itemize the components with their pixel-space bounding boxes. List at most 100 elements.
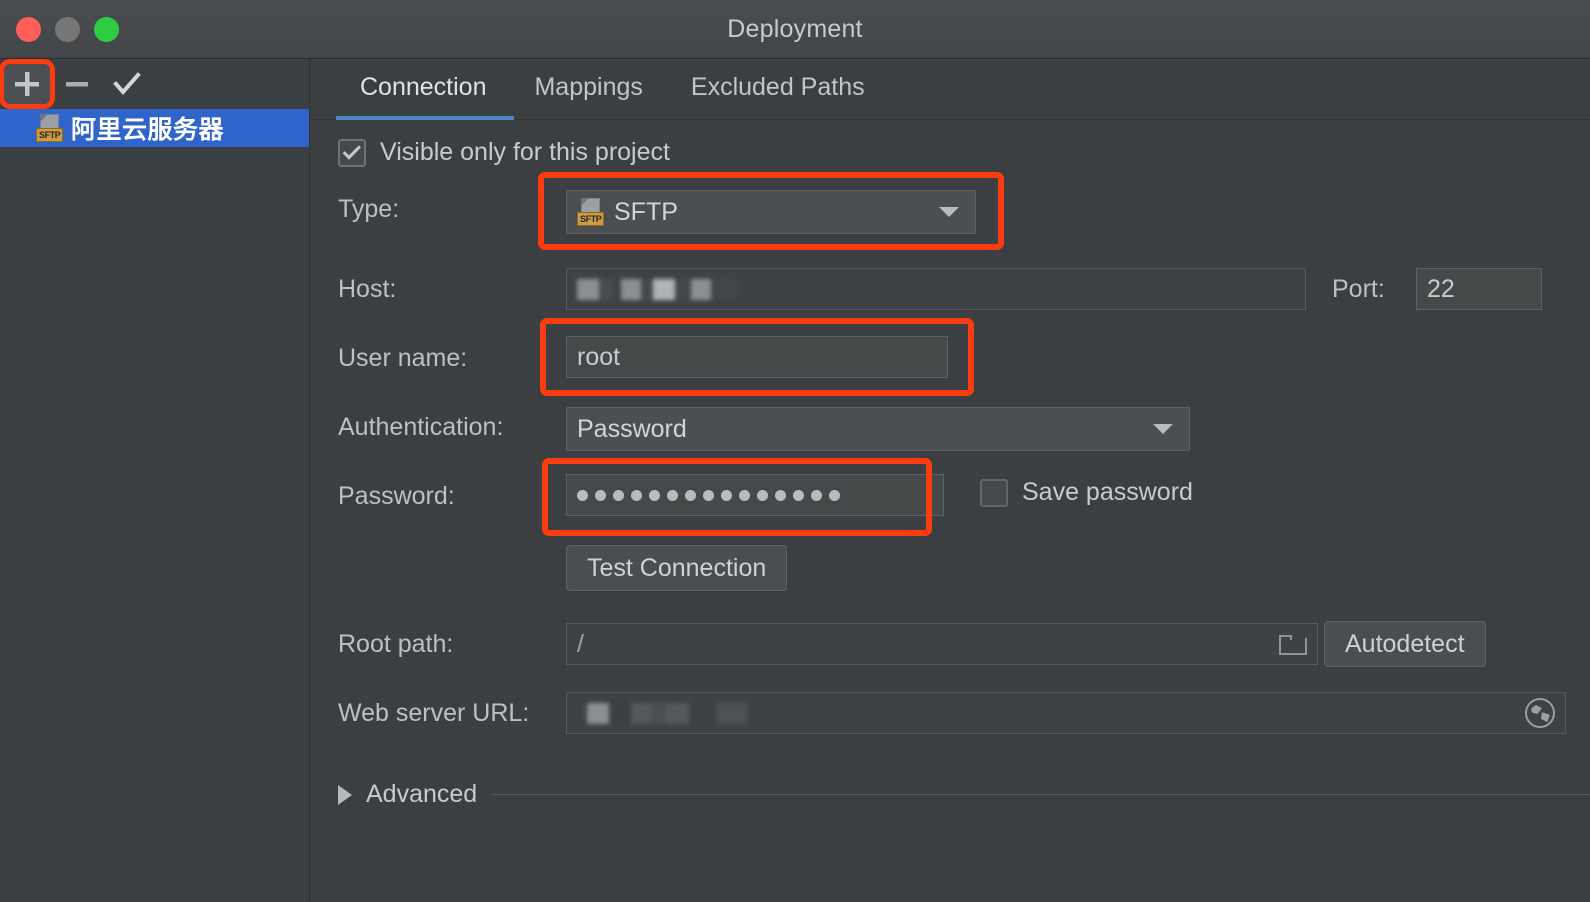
window-controls	[10, 0, 119, 59]
root-path-input[interactable]: /	[566, 623, 1318, 665]
plus-icon	[15, 72, 39, 96]
set-default-button[interactable]	[104, 64, 150, 104]
visible-only-checkbox[interactable]	[338, 138, 366, 167]
test-connection-wrap[interactable]: Test Connection	[566, 545, 788, 591]
dialog-body: SFTP 阿里云服务器 Connection Mappings Excluded…	[0, 59, 1590, 902]
visible-only-label: Visible only for this project	[380, 138, 670, 166]
tab-mappings[interactable]: Mappings	[510, 59, 666, 116]
type-combo[interactable]: SFTP SFTP	[566, 190, 976, 234]
web-server-url-input[interactable]	[566, 692, 1566, 734]
username-field-wrap[interactable]: root	[566, 336, 948, 378]
host-field-wrap[interactable]	[566, 268, 1306, 310]
autodetect-wrap[interactable]: Autodetect	[1324, 621, 1486, 667]
sftp-badge-label: SFTP	[36, 128, 64, 142]
host-redacted-value	[577, 278, 737, 300]
password-dot	[595, 489, 606, 501]
test-connection-button[interactable]: Test Connection	[566, 545, 788, 591]
password-dot	[649, 489, 660, 501]
username-label: User name:	[338, 344, 468, 372]
username-input[interactable]: root	[566, 336, 948, 378]
host-label-wrap: Host:	[338, 275, 396, 304]
connection-form: Visible only for this project Type: SFTP…	[310, 120, 1590, 902]
server-tree[interactable]: SFTP 阿里云服务器	[0, 109, 309, 902]
section-divider	[491, 794, 1590, 795]
tab-connection[interactable]: Connection	[336, 59, 510, 116]
deployment-dialog: Deployment SFTP 阿里云服务器 Connection Mappin…	[0, 0, 1590, 902]
server-name-label: 阿里云服务器	[71, 116, 225, 144]
port-field-wrap[interactable]: 22	[1416, 268, 1542, 310]
password-dot	[775, 489, 786, 501]
minimize-button[interactable]	[55, 17, 80, 42]
password-dot	[667, 489, 678, 501]
authentication-combo[interactable]: Password	[566, 407, 1190, 451]
tab-excluded-paths[interactable]: Excluded Paths	[667, 59, 889, 116]
port-label-wrap: Port:	[1332, 275, 1385, 304]
advanced-section-header[interactable]: Advanced	[338, 780, 1590, 809]
connection-panel: Connection Mappings Excluded Paths Visib…	[310, 59, 1590, 902]
password-masked-value	[577, 489, 840, 501]
password-label: Password:	[338, 482, 455, 510]
window-title: Deployment	[727, 14, 863, 43]
web-server-url-label-wrap: Web server URL:	[338, 699, 529, 728]
password-dot	[631, 489, 642, 501]
password-dot	[577, 489, 588, 501]
password-dot	[685, 489, 696, 501]
autodetect-button[interactable]: Autodetect	[1324, 621, 1486, 667]
port-input[interactable]: 22	[1416, 268, 1542, 310]
type-label-wrap: Type:	[338, 195, 399, 224]
host-label: Host:	[338, 275, 397, 303]
save-password-checkbox[interactable]	[980, 478, 1008, 507]
port-label: Port:	[1332, 275, 1385, 303]
web-server-url-label: Web server URL:	[338, 699, 530, 727]
password-dot	[721, 489, 732, 501]
tab-bar: Connection Mappings Excluded Paths	[310, 59, 1590, 116]
type-label: Type:	[338, 195, 400, 223]
checkmark-icon	[342, 141, 361, 160]
web-server-url-redacted-value	[577, 702, 773, 724]
password-dot	[811, 489, 822, 501]
server-list-panel: SFTP 阿里云服务器	[0, 59, 310, 902]
root-path-label-wrap: Root path:	[338, 630, 453, 659]
add-server-button[interactable]	[0, 59, 55, 109]
check-icon	[113, 72, 141, 96]
minus-icon	[66, 82, 88, 87]
host-input[interactable]	[566, 268, 1306, 310]
username-label-wrap: User name:	[338, 344, 467, 373]
save-password-checkbox-row[interactable]: Save password	[980, 478, 1193, 507]
remove-server-button[interactable]	[54, 64, 100, 104]
chevron-down-icon	[939, 207, 959, 217]
sftp-type-badge: SFTP	[577, 212, 605, 226]
root-path-label: Root path:	[338, 630, 454, 658]
password-dot	[739, 489, 750, 501]
sftp-file-icon: SFTP	[36, 114, 64, 142]
type-combo-wrap[interactable]: SFTP SFTP	[566, 190, 976, 234]
password-field-wrap[interactable]	[566, 474, 944, 516]
password-dot	[757, 489, 768, 501]
authentication-label: Authentication:	[338, 413, 504, 441]
password-dot	[613, 489, 624, 501]
password-dot	[703, 489, 714, 501]
maximize-button[interactable]	[94, 17, 119, 42]
password-label-wrap: Password:	[338, 482, 455, 511]
save-password-label: Save password	[1022, 478, 1193, 506]
sftp-type-icon: SFTP	[577, 198, 605, 226]
password-input[interactable]	[566, 474, 944, 516]
root-path-field-wrap[interactable]: /	[566, 623, 1318, 665]
password-dot	[829, 489, 840, 501]
folder-icon[interactable]	[1279, 633, 1307, 655]
authentication-label-wrap: Authentication:	[338, 413, 503, 442]
server-list-toolbar	[0, 59, 309, 109]
chevron-down-icon	[1153, 424, 1173, 434]
title-bar: Deployment	[0, 0, 1590, 59]
root-path-value: /	[577, 629, 584, 658]
authentication-combo-wrap[interactable]: Password	[566, 407, 1190, 451]
globe-icon[interactable]	[1525, 698, 1555, 728]
server-list-item[interactable]: SFTP 阿里云服务器	[0, 109, 309, 147]
web-server-url-field-wrap[interactable]	[566, 692, 1566, 734]
visible-only-checkbox-row[interactable]: Visible only for this project	[338, 138, 670, 167]
advanced-label: Advanced	[366, 780, 478, 808]
password-dot	[793, 489, 804, 501]
close-button[interactable]	[16, 17, 41, 42]
type-value: SFTP	[614, 197, 678, 226]
authentication-value: Password	[577, 414, 687, 443]
